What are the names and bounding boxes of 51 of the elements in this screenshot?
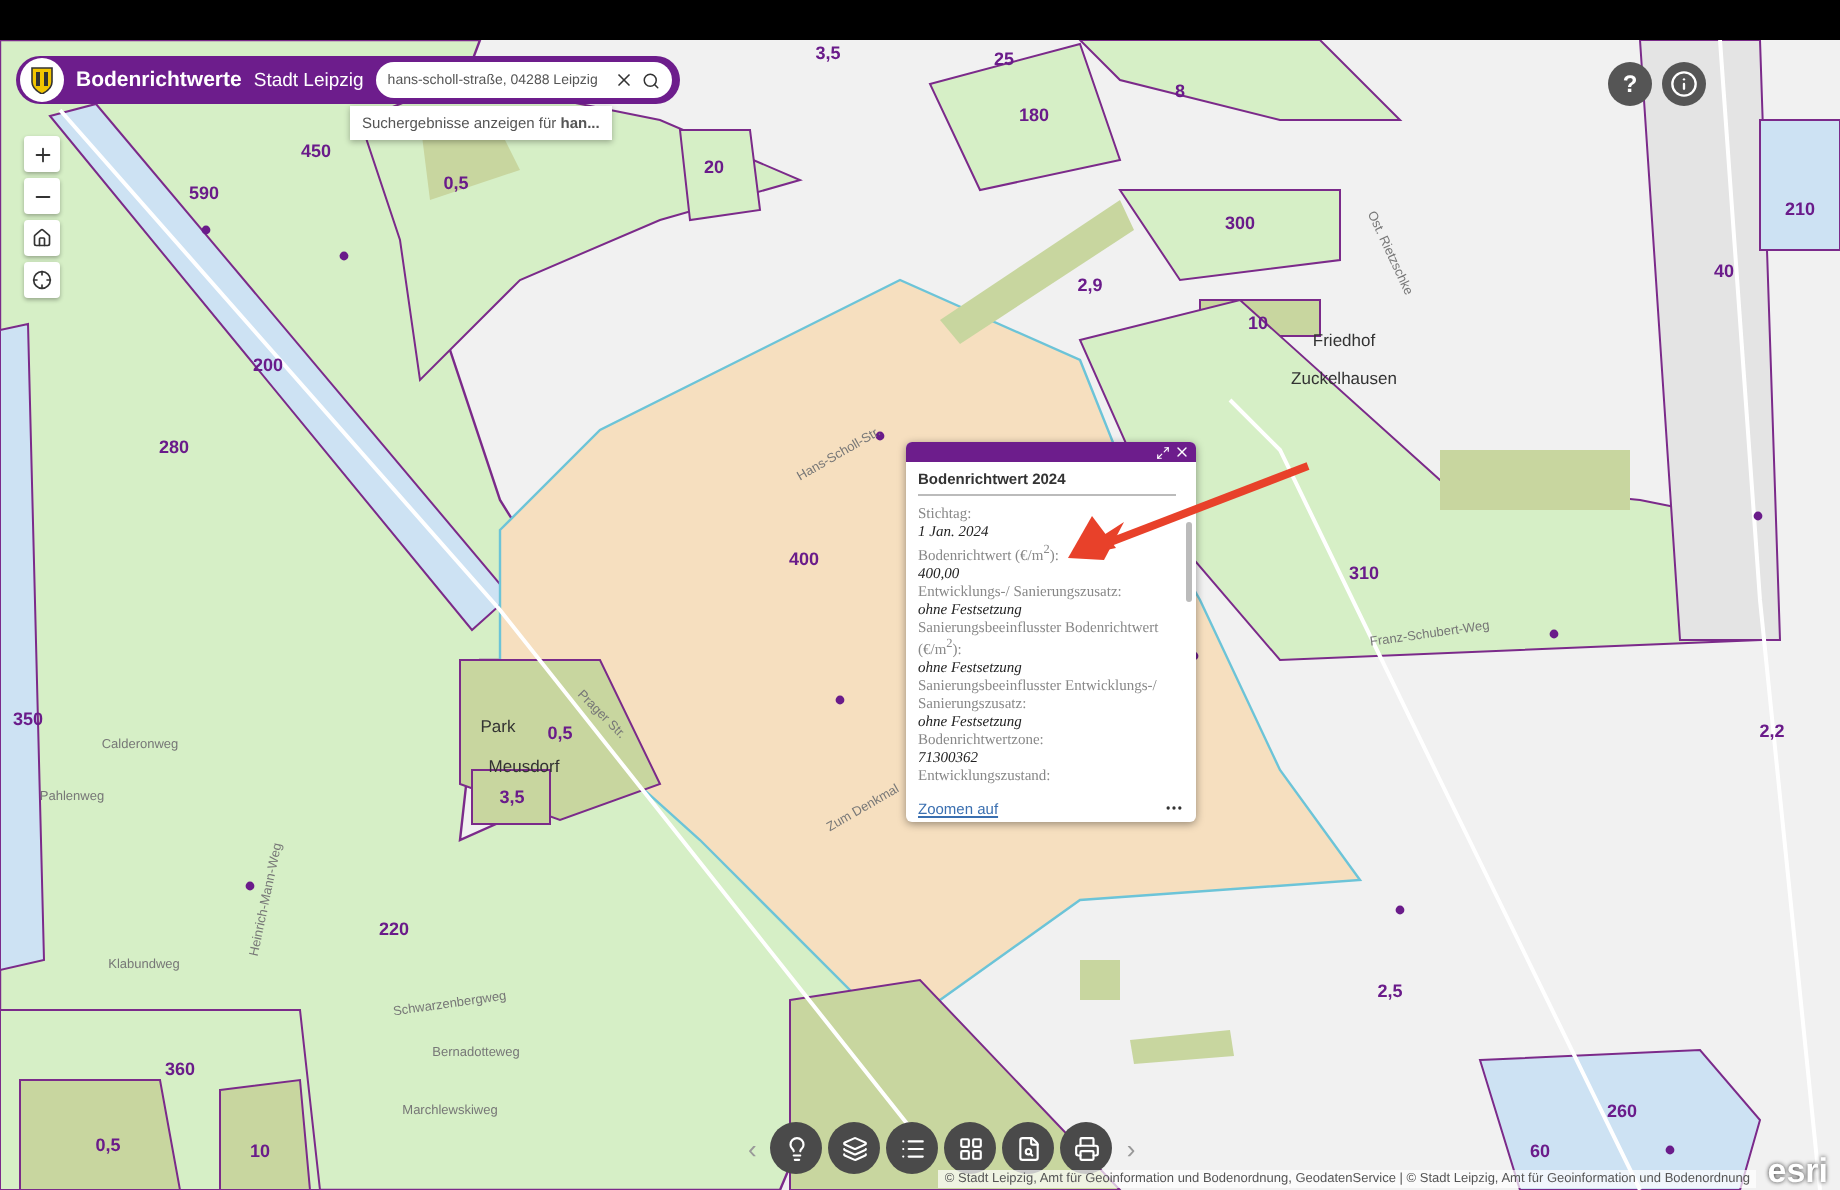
zone-value-label: 360 (164, 1061, 196, 1079)
document-search-icon (1015, 1135, 1042, 1161)
zone-value-label: 280 (158, 439, 190, 457)
layers-icon (841, 1135, 868, 1161)
zoom-out-button[interactable] (24, 178, 60, 214)
home-icon (32, 228, 52, 248)
zone-value-label: 260 (1606, 1103, 1638, 1121)
zone-value-label: 0,5 (95, 1137, 121, 1155)
place-label: Park (480, 717, 516, 735)
zone-value-label: 590 (188, 185, 220, 203)
zone-value-label: 25 (994, 51, 1014, 69)
zone-value-label: 2,9 (1077, 277, 1103, 295)
zone-value-label: 180 (1018, 107, 1050, 125)
zone-value-label: 10 (250, 1143, 270, 1161)
scrollbar[interactable] (1186, 522, 1192, 602)
place-label: Friedhof (1312, 331, 1376, 349)
zone-value-label: 400 (788, 551, 820, 569)
zone-value-label: 40 (1714, 263, 1734, 281)
zone-value-label: 3,5 (815, 45, 841, 63)
zone-value-label: 2,5 (1377, 983, 1403, 1001)
zone-value-label: 3,5 (499, 789, 525, 807)
clear-icon[interactable] (613, 70, 634, 90)
zoom-in-button[interactable] (24, 136, 60, 172)
crosshair-icon (32, 270, 52, 290)
home-button[interactable] (24, 220, 60, 256)
zone-value-label: 10 (1248, 315, 1268, 333)
app-title: Bodenrichtwerte (76, 68, 242, 92)
zone-value-label: 310 (1348, 565, 1380, 583)
locate-button[interactable] (24, 262, 60, 298)
zone-value-label: 60 (1530, 1143, 1550, 1161)
grid-icon (957, 1135, 984, 1161)
zone-value-label: 0,5 (443, 175, 469, 193)
lightbulb-icon (783, 1135, 810, 1161)
city-crest-icon (30, 66, 54, 94)
zone-value-label: 210 (1784, 201, 1816, 219)
list-icon (899, 1135, 926, 1161)
app-subtitle: Stadt Leipzig (253, 69, 364, 91)
printer-icon (1073, 1135, 1100, 1161)
zone-value-label: 0,5 (547, 725, 573, 743)
zone-value-label: 450 (300, 143, 332, 161)
plus-icon (31, 143, 53, 165)
close-icon[interactable] (1174, 444, 1190, 460)
zone-value-label: 220 (378, 921, 410, 939)
info-icon (1670, 70, 1698, 98)
zone-value-label: 200 (252, 357, 284, 375)
zone-value-label: 300 (1224, 215, 1256, 233)
search-icon[interactable] (641, 71, 660, 89)
zone-value-label: 20 (704, 159, 724, 177)
maximize-icon[interactable] (1156, 445, 1170, 459)
zone-value-label: 2,2 (1759, 723, 1785, 741)
esri-logo: esri (1767, 1154, 1828, 1188)
